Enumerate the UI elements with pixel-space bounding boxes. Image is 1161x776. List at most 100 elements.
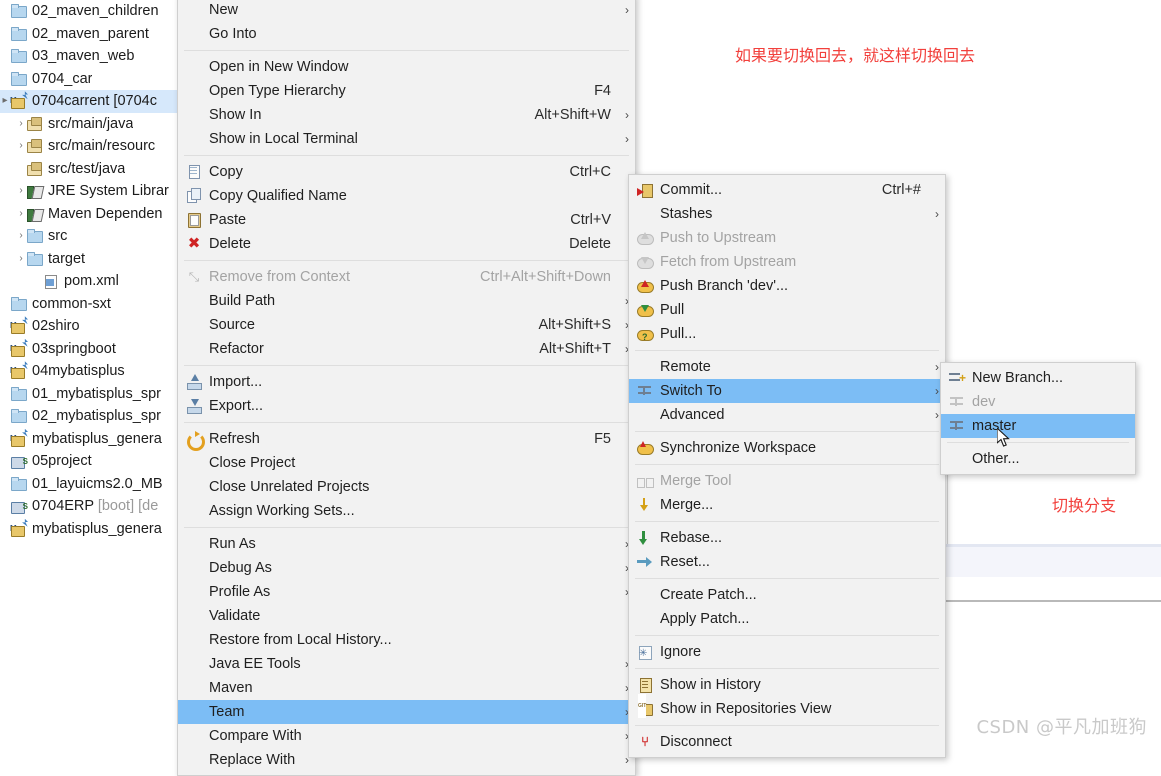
menu-item-refactor[interactable]: Refactor Alt+Shift+T › xyxy=(178,337,635,361)
menu-item-commit[interactable]: Commit... Ctrl+# xyxy=(629,178,945,202)
tree-item-src-test-java[interactable]: src/test/java xyxy=(0,158,177,181)
menu-item-show-in[interactable]: Show In Alt+Shift+W › xyxy=(178,103,635,127)
menu-item-pull[interactable]: Pull xyxy=(629,298,945,322)
maven-project-icon xyxy=(10,90,28,113)
menu-item-replace-with[interactable]: Replace With › xyxy=(178,748,635,772)
menu-item-other[interactable]: Other... xyxy=(941,447,1135,471)
menu-item-icon-slot xyxy=(629,583,659,607)
folder-icon xyxy=(10,3,28,19)
menu-item-validate[interactable]: Validate xyxy=(178,604,635,628)
tree-expand-arrow-icon[interactable]: › xyxy=(16,248,26,271)
tree-item-maven-dependen[interactable]: › Maven Dependen xyxy=(0,203,177,226)
menu-item-pull[interactable]: Pull... xyxy=(629,322,945,346)
project-context-menu[interactable]: New › Go Into Open in New Window Open Type H… xyxy=(177,0,636,776)
menu-item-import[interactable]: Import... xyxy=(178,370,635,394)
menu-item-run-as[interactable]: Run As › xyxy=(178,532,635,556)
tree-expand-arrow-icon[interactable]: › xyxy=(16,180,26,203)
delete-icon: ✖ xyxy=(187,235,201,252)
branch-icon xyxy=(949,418,965,434)
menu-item-show-in-local-terminal[interactable]: Show in Local Terminal › xyxy=(178,127,635,151)
tree-item-03springboot[interactable]: 03springboot xyxy=(0,338,177,361)
menu-item-label: Merge Tool xyxy=(660,473,732,489)
menu-item-new[interactable]: New › xyxy=(178,0,635,22)
menu-item-compare-with[interactable]: Compare With › xyxy=(178,724,635,748)
tree-item-03-maven-web[interactable]: 03_maven_web xyxy=(0,45,177,68)
tree-item-jre-system-librar[interactable]: › JRE System Librar xyxy=(0,180,177,203)
tree-item-src-main-resourc[interactable]: › src/main/resourc xyxy=(0,135,177,158)
menu-item-show-in-repositories-view[interactable]: Show in Repositories View xyxy=(629,694,945,721)
menu-item-open-type-hierarchy[interactable]: Open Type Hierarchy F4 xyxy=(178,79,635,103)
menu-item-delete[interactable]: ✖ Delete Delete xyxy=(178,232,635,256)
tree-item-0704-car[interactable]: 0704_car xyxy=(0,68,177,91)
tree-item-01-layuicms2-0-mb[interactable]: 01_layuicms2.0_MB xyxy=(0,473,177,496)
menu-item-apply-patch[interactable]: Apply Patch... xyxy=(629,607,945,631)
tree-item-02-maven-children[interactable]: 02_maven_children xyxy=(0,0,177,23)
tree-item-pom-xml[interactable]: pom.xml xyxy=(0,270,177,293)
menu-item-label: Push Branch 'dev'... xyxy=(660,278,789,294)
menu-item-stashes[interactable]: Stashes › xyxy=(629,202,945,226)
menu-item-synchronize-workspace[interactable]: Synchronize Workspace xyxy=(629,436,945,460)
menu-item-label: Export... xyxy=(209,398,263,414)
push-branch-icon xyxy=(637,278,654,294)
tree-item-01-mybatisplus-spr[interactable]: 01_mybatisplus_spr xyxy=(0,383,177,406)
tree-item-mybatisplus-genera[interactable]: mybatisplus_genera xyxy=(0,428,177,451)
team-submenu[interactable]: Commit... Ctrl+# Stashes › Push to Upstream F… xyxy=(628,174,946,758)
menu-item-export[interactable]: Export... xyxy=(178,394,635,418)
menu-item-go-into[interactable]: Go Into xyxy=(178,22,635,46)
menu-item-remote[interactable]: Remote › xyxy=(629,355,945,379)
menu-item-icon-slot xyxy=(629,355,659,379)
tree-item-05project[interactable]: 05project xyxy=(0,450,177,474)
tree-item-mybatisplus-genera[interactable]: mybatisplus_genera xyxy=(0,518,177,541)
menu-item-create-patch[interactable]: Create Patch... xyxy=(629,583,945,607)
tree-item-src-main-java[interactable]: › src/main/java xyxy=(0,113,177,136)
tree-expand-arrow-icon[interactable]: ▸ xyxy=(0,90,10,113)
tree-item-02-mybatisplus-spr[interactable]: 02_mybatisplus_spr xyxy=(0,405,177,428)
tree-expand-arrow-icon[interactable]: › xyxy=(16,225,26,248)
tree-item-label: 04mybatisplus xyxy=(32,363,125,379)
menu-item-reset[interactable]: Reset... xyxy=(629,550,945,574)
menu-item-push-branch-dev[interactable]: Push Branch 'dev'... xyxy=(629,274,945,298)
tree-item-02shiro[interactable]: 02shiro xyxy=(0,315,177,338)
menu-item-source[interactable]: Source Alt+Shift+S › xyxy=(178,313,635,337)
menu-item-ignore[interactable]: Ignore xyxy=(629,640,945,666)
menu-item-open-in-new-window[interactable]: Open in New Window xyxy=(178,55,635,79)
menu-item-show-in-history[interactable]: Show in History xyxy=(629,673,945,697)
package-explorer-tree[interactable]: 02_maven_children 02_maven_parent 03_maven… xyxy=(0,0,177,747)
menu-item-master[interactable]: master xyxy=(941,414,1135,438)
menu-item-team[interactable]: Team › xyxy=(178,700,635,724)
menu-item-new-branch[interactable]: New Branch... xyxy=(941,366,1135,390)
menu-item-merge[interactable]: Merge... xyxy=(629,493,945,517)
tree-expand-arrow-icon[interactable]: › xyxy=(16,113,26,136)
menu-item-refresh[interactable]: Refresh F5 xyxy=(178,427,635,451)
menu-item-switch-to[interactable]: Switch To › xyxy=(629,379,945,403)
synchronize-icon xyxy=(637,440,654,456)
tree-expand-arrow-icon[interactable]: › xyxy=(16,135,26,158)
menu-item-label: Show in Local Terminal xyxy=(209,131,358,147)
menu-item-close-project[interactable]: Close Project xyxy=(178,451,635,475)
tree-item-04mybatisplus[interactable]: 04mybatisplus xyxy=(0,360,177,383)
tree-item-common-sxt[interactable]: common-sxt xyxy=(0,293,177,316)
menu-item-disconnect[interactable]: ⑂ Disconnect xyxy=(629,730,945,754)
paste-icon xyxy=(186,212,202,228)
menu-item-paste[interactable]: Paste Ctrl+V xyxy=(178,208,635,232)
menu-item-label: Replace With xyxy=(209,752,296,768)
tree-item-0704erp-boot-de[interactable]: 0704ERP [boot] [de xyxy=(0,495,177,519)
menu-item-restore-from-local-history[interactable]: Restore from Local History... xyxy=(178,628,635,652)
tree-item-src[interactable]: › src xyxy=(0,225,177,248)
menu-item-close-unrelated-projects[interactable]: Close Unrelated Projects xyxy=(178,475,635,499)
menu-item-profile-as[interactable]: Profile As › xyxy=(178,580,635,604)
switch-to-submenu[interactable]: New Branch... dev master Other... xyxy=(940,362,1136,475)
menu-item-copy-qualified-name[interactable]: Copy Qualified Name xyxy=(178,184,635,208)
tree-expand-arrow-icon[interactable]: › xyxy=(16,203,26,226)
menu-item-java-ee-tools[interactable]: Java EE Tools › xyxy=(178,652,635,676)
tree-item-target[interactable]: › target xyxy=(0,248,177,271)
menu-item-advanced[interactable]: Advanced › xyxy=(629,403,945,427)
menu-item-copy[interactable]: Copy Ctrl+C xyxy=(178,160,635,184)
menu-item-assign-working-sets[interactable]: Assign Working Sets... xyxy=(178,499,635,523)
menu-item-rebase[interactable]: Rebase... xyxy=(629,526,945,550)
tree-item-0704carrent-0704c[interactable]: ▸ 0704carrent [0704c xyxy=(0,90,177,113)
menu-item-debug-as[interactable]: Debug As › xyxy=(178,556,635,580)
tree-item-02-maven-parent[interactable]: 02_maven_parent xyxy=(0,23,177,46)
menu-item-build-path[interactable]: Build Path › xyxy=(178,289,635,313)
menu-item-maven[interactable]: Maven › xyxy=(178,676,635,700)
